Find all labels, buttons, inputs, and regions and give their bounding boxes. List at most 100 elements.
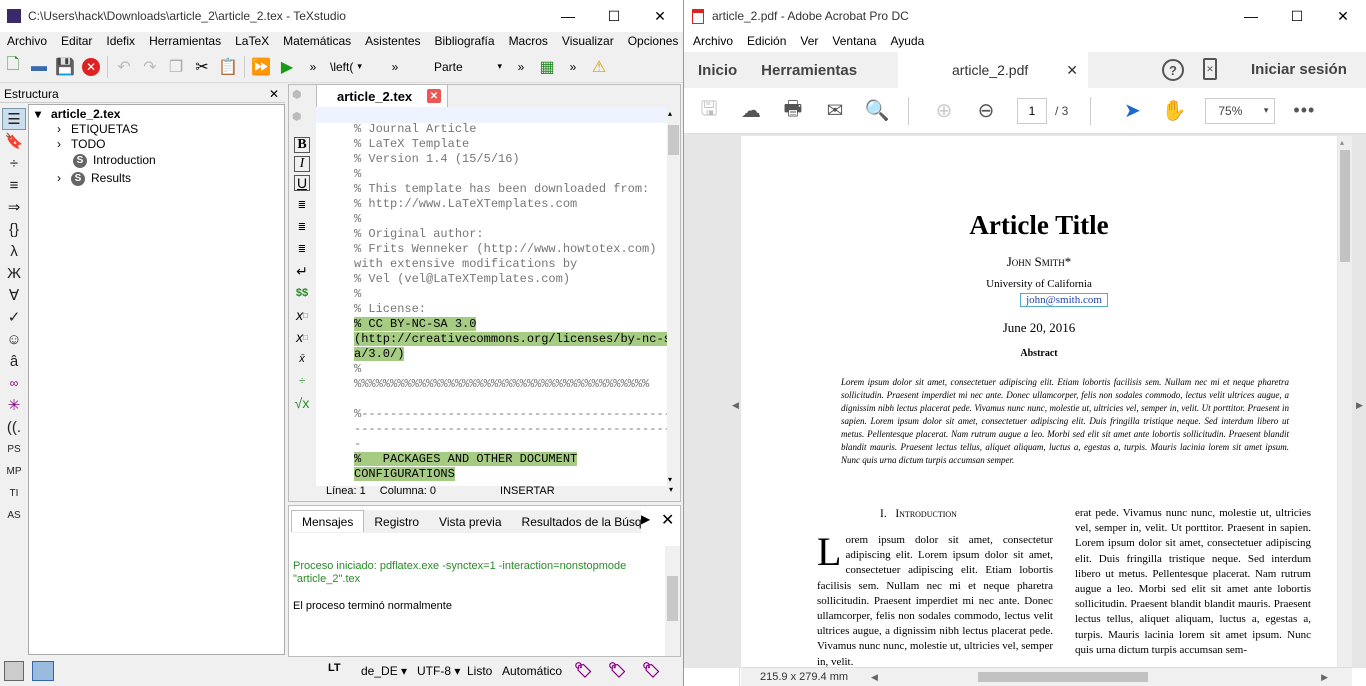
minimize-button[interactable]: — <box>1228 0 1274 32</box>
misc-text-icon[interactable]: ✓ <box>2 306 26 328</box>
tab-herramientas[interactable]: Herramientas <box>751 62 867 79</box>
pdf-scroll-thumb[interactable] <box>1340 150 1350 262</box>
close-file-icon[interactable]: ✕ <box>78 54 104 80</box>
sqrt-icon[interactable]: √x <box>290 392 314 414</box>
tab-scroll-right-icon[interactable]: ▶ <box>641 512 650 526</box>
new-file-icon[interactable]: 🗋 <box>0 54 26 80</box>
page-down-icon[interactable]: ⊖ <box>965 93 1007 129</box>
editor-tab[interactable]: article_2.tex ✕ <box>316 84 448 107</box>
subscript-icon[interactable]: x □ <box>290 304 314 326</box>
tab-vista-previa[interactable]: Vista previa <box>429 511 511 533</box>
menu-opciones[interactable]: Opciones <box>621 34 683 48</box>
toggle-structure-icon[interactable] <box>4 661 24 681</box>
relations-icon[interactable]: ≡ <box>2 174 26 196</box>
menu-matematicas[interactable]: Matemáticas <box>276 34 358 48</box>
more-options-icon[interactable]: ••• <box>1283 93 1325 129</box>
warning-icon[interactable]: ⚠ <box>586 54 612 80</box>
mobile-icon[interactable]: ✕ <box>1203 58 1217 80</box>
menu-ayuda[interactable]: Ayuda <box>883 34 931 48</box>
menu-archivo[interactable]: Archivo <box>0 34 54 48</box>
tab-close-icon[interactable]: ✕ <box>427 89 441 103</box>
table-icon[interactable]: ▦ <box>534 54 560 80</box>
close-button[interactable]: ✕ <box>1320 0 1366 32</box>
cut-icon[interactable]: ✂ <box>189 54 215 80</box>
maximize-button[interactable]: ☐ <box>1274 0 1320 32</box>
bookmark-2-icon[interactable]: 🏷 <box>608 661 627 679</box>
underline-icon[interactable]: U <box>294 175 310 191</box>
hscroll-left-icon[interactable]: ◀ <box>871 672 878 683</box>
search-icon[interactable]: 🔍 <box>856 93 898 129</box>
save-icon[interactable]: 💾 <box>52 54 78 80</box>
cyrillic-icon[interactable]: Ж <box>2 262 26 284</box>
smiley-icon[interactable]: ☺ <box>2 328 26 350</box>
newline-icon[interactable]: ↵ <box>290 260 314 282</box>
align-right-icon[interactable]: ≣ <box>290 238 314 260</box>
operators-icon[interactable]: ÷ <box>2 152 26 174</box>
scroll-down-icon[interactable]: ▾ <box>668 475 672 484</box>
bold-icon[interactable]: B <box>294 137 310 153</box>
menu-herramientas[interactable]: Herramientas <box>142 34 228 48</box>
fraction-icon[interactable]: x̄ <box>290 348 314 370</box>
tree-item-introduction[interactable]: S Introduction <box>73 152 156 168</box>
maximize-button[interactable]: ☐ <box>591 0 637 32</box>
menu-archivo[interactable]: Archivo <box>686 34 740 48</box>
ps-icon[interactable]: PS <box>2 438 26 460</box>
toggle-messages-icon[interactable] <box>32 661 54 681</box>
help-icon[interactable]: ? <box>1162 59 1184 81</box>
open-file-icon[interactable]: ▬ <box>26 54 52 80</box>
tree-item-labels[interactable]: › ETIQUETAS <box>57 121 138 137</box>
messages-scroll-thumb[interactable] <box>667 576 678 621</box>
close-messages-icon[interactable]: ✕ <box>661 510 674 530</box>
tree-root[interactable]: ▾ article_2.tex <box>35 106 120 122</box>
collapse-right-icon[interactable]: ▶ <box>1356 400 1363 411</box>
pstricks-icon[interactable]: ∞ <box>2 372 26 394</box>
messages-scrollbar[interactable] <box>665 546 680 656</box>
italic-icon[interactable]: I <box>294 156 310 172</box>
zoom-dropdown[interactable]: 75% ▾ <box>1205 97 1276 124</box>
tab-close-icon[interactable]: ✕ <box>1066 62 1078 79</box>
menu-latex[interactable]: LaTeX <box>228 34 276 48</box>
bookmarks-icon[interactable]: 🔖 <box>2 130 26 152</box>
undo-icon[interactable]: ↶ <box>111 54 137 80</box>
asymptote-icon[interactable]: AS <box>2 504 26 526</box>
nav-back-icon[interactable]: ⬢ <box>292 88 302 101</box>
left-delimiter-dropdown[interactable]: \left(▾ <box>326 60 382 74</box>
collapse-left-icon[interactable]: ◀ <box>732 400 739 411</box>
menu-ver[interactable]: Ver <box>793 34 825 48</box>
menu-editar[interactable]: Editar <box>54 34 99 48</box>
save-icon[interactable]: 🖫 <box>688 93 730 129</box>
select-cursor-icon[interactable]: ➤ <box>1111 93 1153 129</box>
code-editor[interactable]: %%%%%%%%%%%%%%%%%%%%%%%%%%%%%%%%%%%%%%%%… <box>316 107 667 486</box>
mp-icon[interactable]: MP <box>2 460 26 482</box>
dfrac-icon[interactable]: ÷ <box>290 370 314 392</box>
special-chars-icon[interactable]: â <box>2 350 26 372</box>
menu-macros[interactable]: Macros <box>502 34 555 48</box>
build-view-icon[interactable]: ⏩ <box>248 54 274 80</box>
copy-icon[interactable]: ❐ <box>163 54 189 80</box>
structure-panel-icon[interactable]: ☰ <box>2 108 26 130</box>
math-mode-icon[interactable]: $$ <box>290 282 314 304</box>
close-button[interactable]: ✕ <box>637 0 683 32</box>
tab-mensajes[interactable]: Mensajes <box>291 510 365 532</box>
menu-edicion[interactable]: Edición <box>740 34 793 48</box>
print-icon[interactable]: 🖶 <box>772 93 814 129</box>
pdf-hscroll-thumb[interactable] <box>977 672 1148 682</box>
menu-asistentes[interactable]: Asistentes <box>358 34 427 48</box>
greek-icon[interactable]: λ <box>2 240 26 262</box>
tab-inicio[interactable]: Inicio <box>684 62 751 79</box>
editor-scrollbar[interactable]: ▴ ▾ <box>667 107 680 486</box>
paste-icon[interactable]: 📋 <box>215 54 241 80</box>
minimize-button[interactable]: — <box>545 0 591 32</box>
tree-item-todo[interactable]: › TODO <box>57 136 105 152</box>
editor-hscroll-icon[interactable]: ▾ <box>669 485 673 494</box>
compile-icon[interactable]: ▶ <box>274 54 300 80</box>
upload-cloud-icon[interactable]: ☁ <box>730 93 772 129</box>
toolbar-overflow-icon-4[interactable]: » <box>560 54 586 80</box>
language-selector[interactable]: de_DE ▾ <box>361 664 407 678</box>
align-center-icon[interactable]: ≣ <box>290 216 314 238</box>
delimiters-icon[interactable]: {} <box>2 218 26 240</box>
tree-item-results[interactable]: › S Results <box>57 170 131 186</box>
page-number-input[interactable]: 1 <box>1017 97 1047 124</box>
bookmark-3-icon[interactable]: 🏷 <box>642 661 661 679</box>
menu-visualizar[interactable]: Visualizar <box>555 34 621 48</box>
